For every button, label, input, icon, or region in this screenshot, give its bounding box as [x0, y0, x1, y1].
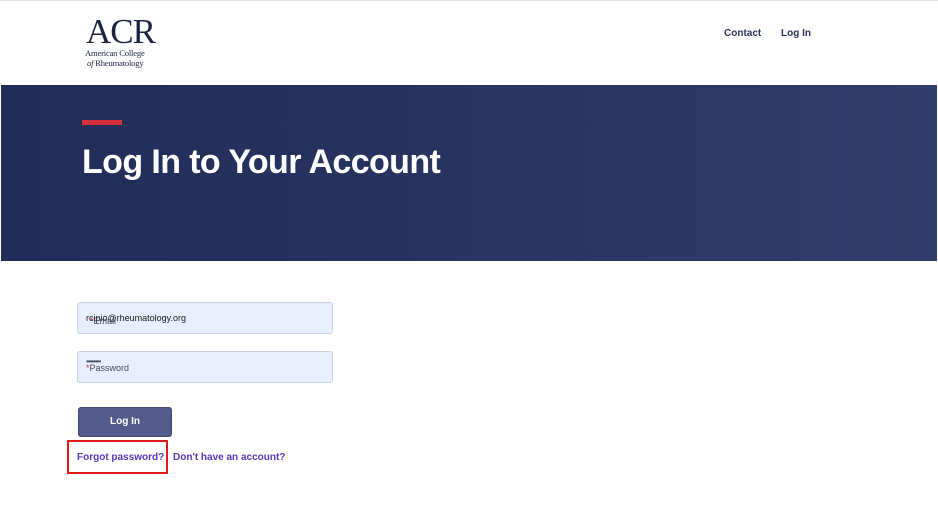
hero-accent-bar [82, 120, 122, 125]
login-button[interactable]: Log In [78, 407, 172, 437]
nav-contact-link[interactable]: Contact [724, 28, 761, 39]
logo-line-2-prefix: of [87, 58, 94, 68]
password-label-text: Password [89, 363, 130, 373]
site-header: ACR American College of Rheumatology Con… [0, 1, 938, 85]
email-field[interactable]: *Email rcipio@rheumatology.org [77, 302, 333, 334]
acr-logo[interactable]: ACR American College of Rheumatology [84, 12, 174, 71]
signup-link[interactable]: Don't have an account? [173, 452, 285, 463]
logo-line-1: American College [85, 48, 145, 58]
logo-line-2-rest: Rheumatology [95, 58, 144, 68]
hero-banner: Log In to Your Account [1, 85, 937, 261]
email-value: rcipio@rheumatology.org [86, 313, 187, 323]
password-label: *Password [86, 363, 129, 373]
logo-line-2: of Rheumatology [87, 58, 144, 68]
password-field[interactable]: •••••••• *Password [77, 351, 333, 383]
forgot-password-link[interactable]: Forgot password? [77, 452, 164, 463]
logo-acronym: ACR [86, 12, 156, 51]
page-title: Log In to Your Account [82, 143, 441, 181]
nav-login-link[interactable]: Log In [781, 28, 811, 39]
